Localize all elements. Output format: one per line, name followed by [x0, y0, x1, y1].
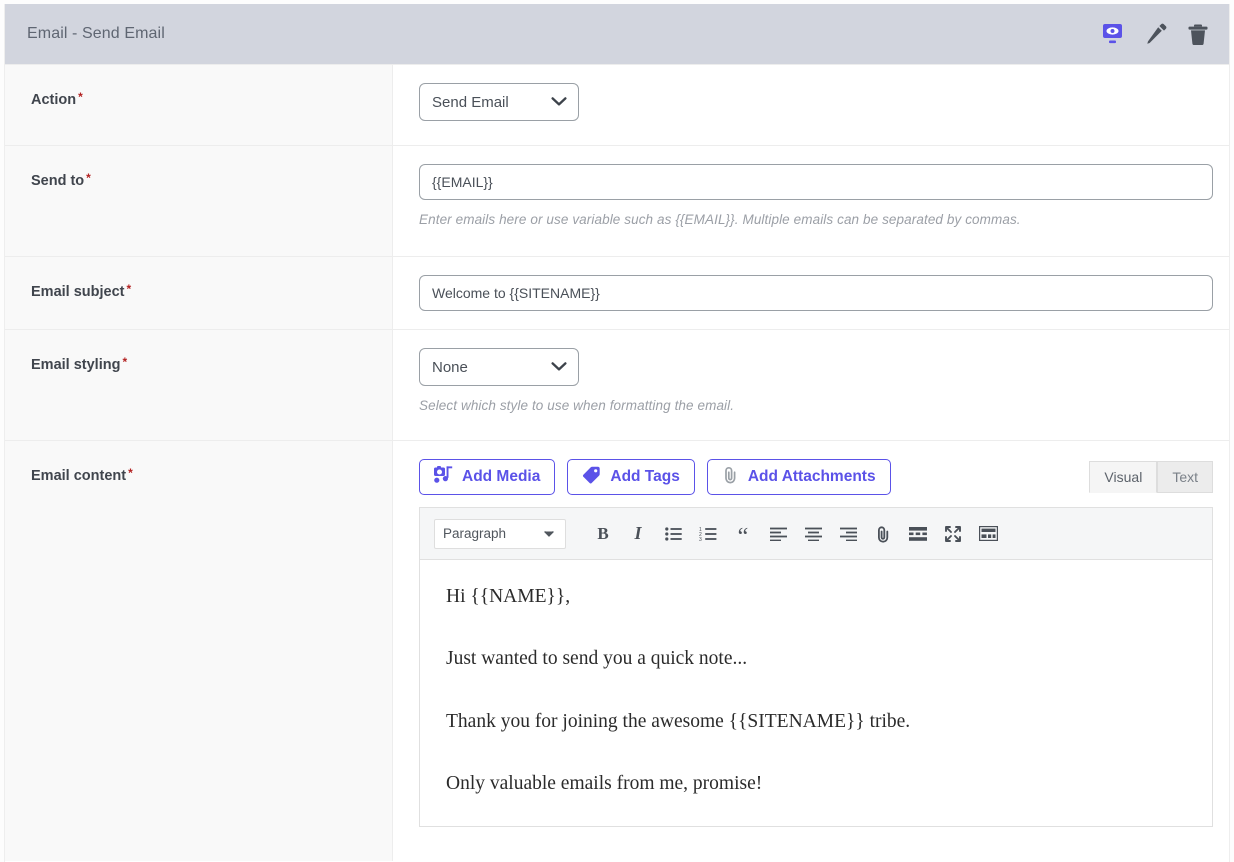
media-button-bar: Add Media Add Tags Add Attachments Visua… [419, 459, 1213, 495]
body-paragraph: Just wanted to send you a quick note... [446, 648, 748, 670]
row-label-send-to: Send to * [5, 146, 393, 256]
action-select-wrap: Send Email [419, 83, 579, 121]
row-email-content: Email content * Add Media Add Tags Add A… [5, 440, 1229, 861]
editor-view-tabs: Visual Text [1089, 461, 1213, 493]
tag-icon [582, 466, 601, 489]
panel-header: Email - Send Email [5, 4, 1229, 64]
paragraph-format-select[interactable]: Paragraph [434, 518, 566, 549]
email-action-panel: Email - Send Email Action * Send Email S… [0, 0, 1234, 862]
row-label-email-subject: Email subject * [5, 257, 393, 329]
add-attachments-label: Add Attachments [747, 468, 876, 485]
required-marker: * [86, 171, 91, 185]
label-action: Action [31, 92, 77, 108]
body-paragraph: Only valuable emails from me, promise! [446, 772, 763, 794]
add-tags-button[interactable]: Add Tags [567, 459, 695, 495]
wysiwyg-editor: Paragraph B I 1 2 3 “ Hi {{NAME}}, Just … [419, 507, 1213, 827]
row-action: Action * Send Email [5, 64, 1229, 145]
add-attachments-button[interactable]: Add Attachments [706, 459, 891, 495]
row-field-email-styling: None Select which style to use when form… [393, 330, 1229, 440]
row-field-email-subject [393, 257, 1229, 329]
delete-icon[interactable] [1185, 21, 1211, 47]
add-media-label: Add Media [462, 468, 541, 485]
page-title: Email - Send Email [27, 25, 165, 42]
align-left-icon[interactable] [763, 519, 793, 549]
insert-read-more-icon[interactable] [903, 519, 933, 549]
numbered-list-icon[interactable]: 1 2 3 [693, 519, 723, 549]
format-select-wrap: Paragraph [434, 518, 566, 549]
align-right-icon[interactable] [833, 519, 863, 549]
required-marker: * [126, 282, 132, 296]
fullscreen-icon[interactable] [938, 519, 968, 549]
row-field-send-to: Enter emails here or use variable such a… [393, 146, 1229, 256]
body-paragraph: Thank you for joining the awesome {{SITE… [446, 710, 911, 732]
label-email-subject: Email subject [31, 284, 125, 300]
action-select[interactable]: Send Email [419, 83, 579, 121]
required-marker: * [122, 355, 128, 369]
add-media-button[interactable]: Add Media [419, 459, 556, 495]
send-to-input[interactable] [419, 164, 1213, 200]
row-label-email-content: Email content * [5, 441, 393, 861]
insert-link-icon[interactable] [868, 519, 898, 549]
label-send-to: Send to [31, 173, 85, 189]
required-marker: * [128, 466, 133, 480]
preview-icon[interactable] [1101, 21, 1127, 47]
email-styling-select[interactable]: None [419, 348, 579, 386]
email-styling-select-wrap: None [419, 348, 579, 386]
row-label-email-styling: Email styling * [5, 330, 393, 440]
add-tags-label: Add Tags [610, 468, 680, 485]
bulleted-list-icon[interactable] [658, 519, 688, 549]
italic-icon[interactable]: I [623, 519, 653, 549]
toolbar-toggle-icon[interactable] [973, 519, 1003, 549]
label-email-styling: Email styling [31, 357, 121, 373]
blockquote-icon[interactable]: “ [728, 515, 758, 553]
row-field-email-content: Add Media Add Tags Add Attachments Visua… [393, 441, 1229, 861]
email-subject-input[interactable] [419, 275, 1213, 311]
align-center-icon[interactable] [798, 519, 828, 549]
required-marker: * [78, 90, 83, 104]
send-to-help-text: Enter emails here or use variable such a… [419, 212, 1021, 227]
svg-text:3: 3 [699, 537, 702, 541]
row-email-styling: Email styling * None Select which style t… [5, 329, 1229, 440]
email-content-body[interactable]: Hi {{NAME}}, Just wanted to send you a q… [420, 560, 1212, 826]
body-paragraph: Hi {{NAME}}, [446, 586, 571, 607]
label-email-content: Email content [31, 468, 127, 484]
email-styling-help-text: Select which style to use when formattin… [419, 398, 735, 413]
edit-icon[interactable] [1143, 21, 1169, 47]
tab-text[interactable]: Text [1157, 461, 1213, 493]
media-icon [434, 465, 453, 489]
tab-visual[interactable]: Visual [1089, 461, 1158, 493]
panel: Email - Send Email Action * Send Email S… [4, 4, 1230, 862]
bold-icon[interactable]: B [588, 519, 618, 549]
paperclip-icon [722, 466, 739, 489]
row-field-action: Send Email [393, 65, 1229, 145]
row-send-to: Send to* Enter emails here or use variab… [5, 145, 1229, 256]
editor-toolbar: Paragraph B I 1 2 3 “ [420, 508, 1212, 560]
header-actions [1101, 21, 1211, 47]
row-email-subject: Email subject * [5, 256, 1229, 329]
row-label-action: Action * [5, 65, 393, 145]
